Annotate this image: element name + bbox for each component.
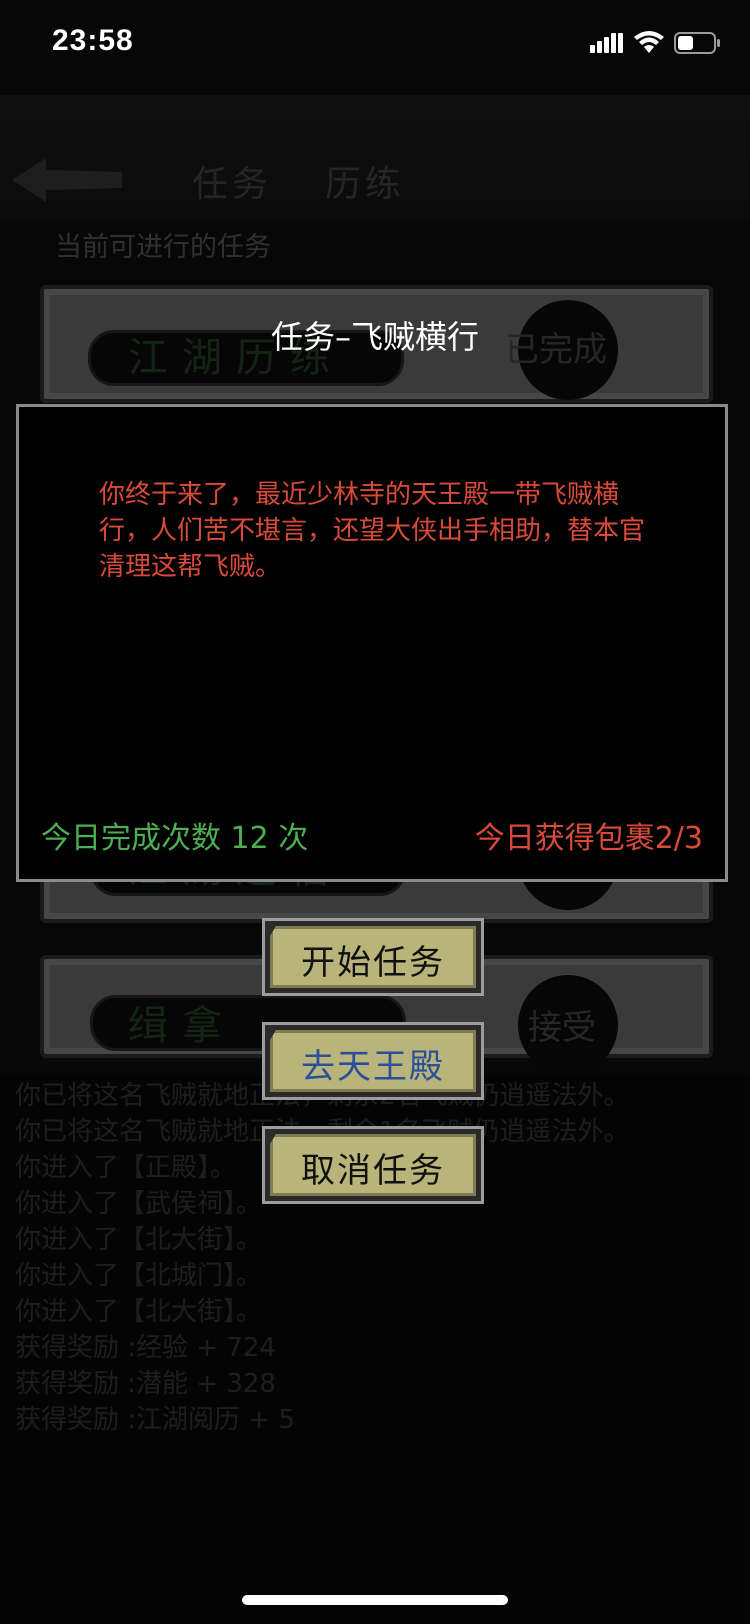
go-to-hall-button[interactable]: 去天王殿	[262, 1022, 484, 1100]
start-task-button-face: 开始任务	[270, 926, 476, 988]
wifi-icon	[634, 31, 664, 53]
battery-icon	[674, 32, 720, 54]
cancel-task-button[interactable]: 取消任务	[262, 1126, 484, 1204]
status-icons	[590, 28, 722, 58]
cancel-task-label: 取消任务	[301, 1150, 445, 1191]
go-to-hall-label: 去天王殿	[301, 1046, 445, 1087]
start-task-label: 开始任务	[301, 942, 445, 983]
start-task-button[interactable]: 开始任务	[262, 918, 484, 996]
screen: 任务 历练 当前可进行的任务 江湖历练 已完成 江湖送信 接受 缉拿 接受 你已…	[0, 0, 750, 1624]
dialog-title: 任务–飞贼横行	[270, 318, 479, 356]
home-indicator[interactable]	[242, 1595, 508, 1605]
task-dialog: 你终于来了，最近少林寺的天王殿一带飞贼横行，人们苦不堪言，还望大侠出手相助，替本…	[16, 404, 728, 882]
today-completed-count: 今日完成次数 12 次	[41, 821, 309, 856]
cancel-task-button-face: 取消任务	[270, 1134, 476, 1196]
status-time: 23:58	[52, 24, 134, 57]
today-parcel-count: 今日获得包裹2/3	[474, 821, 703, 856]
go-to-hall-button-face: 去天王殿	[270, 1030, 476, 1092]
cellular-signal-icon	[590, 33, 623, 53]
dialog-message: 你终于来了，最近少林寺的天王殿一带飞贼横行，人们苦不堪言，还望大侠出手相助，替本…	[99, 480, 646, 582]
